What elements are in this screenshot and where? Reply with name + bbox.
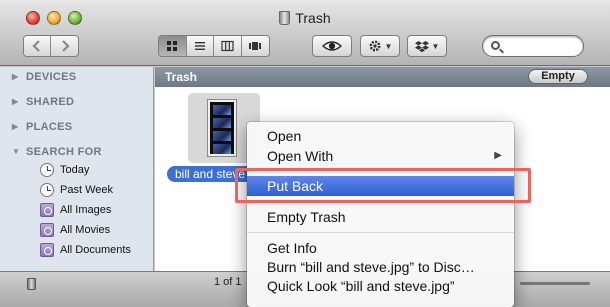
search-icon <box>491 41 500 50</box>
coverflow-icon <box>249 42 262 50</box>
columns-icon <box>221 40 234 52</box>
submenu-arrow-icon: ▶ <box>494 150 502 161</box>
smart-folder-icon <box>40 223 54 237</box>
disclosure-triangle-icon: ▶ <box>12 97 19 106</box>
window-title: Trash <box>0 10 610 26</box>
chevron-down-icon: ▼ <box>431 41 440 51</box>
location-header: Trash Empty <box>155 67 610 87</box>
menu-separator <box>247 170 514 171</box>
sidebar-section-shared[interactable]: ▶ SHARED <box>12 96 74 108</box>
menu-item-open-with[interactable]: Open With ▶ <box>247 146 514 166</box>
list-icon <box>194 42 205 50</box>
finder-window: Trash ▼ ▼ ▶ DEVICES ▶ SHARED ▶ PLACES ▼ … <box>0 0 610 307</box>
clock-icon <box>40 183 54 197</box>
view-mode-buttons <box>158 35 270 57</box>
dropbox-button[interactable]: ▼ <box>407 35 447 57</box>
sidebar-section-search-for[interactable]: ▼ SEARCH FOR <box>12 146 102 158</box>
menu-item-open[interactable]: Open <box>247 126 514 146</box>
back-forward-buttons <box>23 35 79 57</box>
window-title-text: Trash <box>295 10 331 26</box>
chevron-right-icon <box>61 40 70 52</box>
smart-folder-icon <box>40 243 54 257</box>
back-button[interactable] <box>24 36 52 56</box>
column-view-button[interactable] <box>214 36 242 56</box>
disclosure-triangle-icon: ▶ <box>12 72 19 81</box>
sidebar-section-devices[interactable]: ▶ DEVICES <box>12 71 76 83</box>
grid-icon <box>167 41 178 51</box>
location-title: Trash <box>165 70 198 84</box>
sidebar-item-today[interactable]: Today <box>40 161 89 179</box>
dropbox-icon <box>414 40 429 52</box>
menu-separator <box>247 232 514 233</box>
smart-folder-icon <box>40 203 54 217</box>
eye-icon <box>322 41 342 51</box>
menu-item-get-info[interactable]: Get Info <box>247 238 514 258</box>
disclosure-triangle-icon: ▶ <box>12 122 19 131</box>
icon-view-button[interactable] <box>159 36 187 56</box>
trash-icon <box>27 278 36 290</box>
sidebar-item-past-week[interactable]: Past Week <box>40 181 113 199</box>
disclosure-triangle-open-icon: ▼ <box>12 147 21 156</box>
sidebar-item-all-movies[interactable]: All Movies <box>40 221 110 239</box>
menu-item-put-back[interactable]: Put Back <box>247 176 514 196</box>
menu-separator <box>247 201 514 202</box>
chevron-down-icon: ▼ <box>384 41 393 51</box>
list-view-button[interactable] <box>186 36 214 56</box>
menu-item-quick-look[interactable]: Quick Look “bill and steve.jpg” <box>247 276 514 296</box>
coverflow-view-button[interactable] <box>241 36 269 56</box>
icon-size-slider[interactable] <box>520 282 590 285</box>
menu-item-empty-trash[interactable]: Empty Trash <box>247 207 514 227</box>
quick-look-button[interactable] <box>312 35 352 57</box>
context-menu: Open Open With ▶ Put Back Empty Trash Ge… <box>247 122 514 307</box>
sidebar-item-all-documents[interactable]: All Documents <box>40 241 131 259</box>
sidebar-item-all-images[interactable]: All Images <box>40 201 111 219</box>
action-menu-button[interactable]: ▼ <box>360 35 400 57</box>
file-name-label[interactable]: bill and steve <box>167 166 254 182</box>
chevron-left-icon <box>32 40 40 52</box>
clock-icon <box>40 163 54 177</box>
gear-icon <box>369 40 381 52</box>
search-field[interactable] <box>482 35 584 57</box>
toolbar: Trash ▼ ▼ <box>0 0 610 66</box>
menu-item-burn-to-disc[interactable]: Burn “bill and steve.jpg” to Disc… <box>247 257 514 277</box>
image-thumbnail <box>208 100 236 156</box>
sidebar-section-places[interactable]: ▶ PLACES <box>12 121 72 133</box>
trash-icon <box>279 11 291 25</box>
sidebar: ▶ DEVICES ▶ SHARED ▶ PLACES ▼ SEARCH FOR Tod… <box>0 67 154 271</box>
forward-button[interactable] <box>51 36 78 56</box>
item-count: 1 of 1 <box>214 276 242 288</box>
empty-trash-button[interactable]: Empty <box>528 69 588 84</box>
